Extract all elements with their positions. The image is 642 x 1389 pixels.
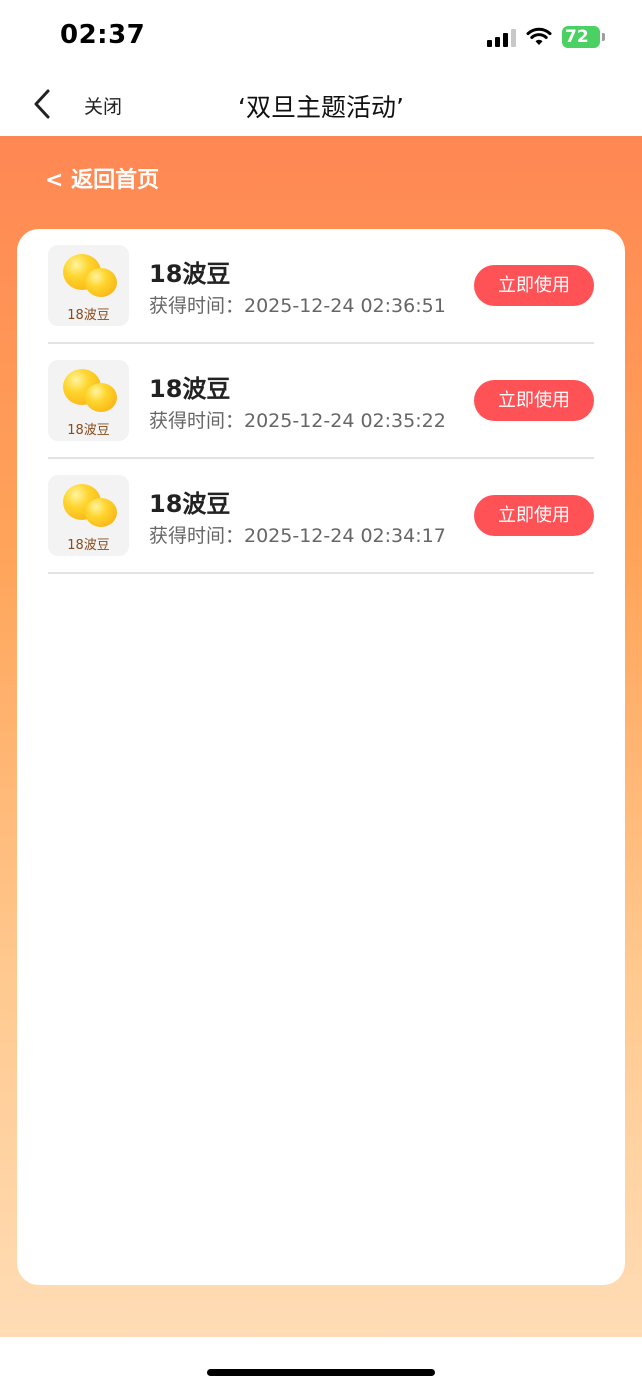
thumbnail-label: 18波豆: [67, 423, 110, 438]
reward-title: 18波豆: [149, 260, 231, 288]
reward-title: 18波豆: [149, 375, 231, 403]
signal-icon: [487, 27, 516, 47]
use-now-button[interactable]: 立即使用: [474, 265, 594, 306]
page-title: ‘双旦主题活动’: [238, 93, 404, 122]
home-indicator-area: [0, 1337, 642, 1389]
battery-level: 72: [565, 27, 589, 47]
use-now-button[interactable]: 立即使用: [474, 380, 594, 421]
bean-thumbnail: 18波豆: [48, 475, 129, 556]
bean-icon: [85, 268, 117, 297]
reward-list-card: 18波豆 18波豆 获得时间：2025-12-24 02:36:51 立即使用 …: [17, 229, 625, 1285]
nav-bar: 关闭 ‘双旦主题活动’: [0, 72, 642, 136]
battery-charging-icon: 72: [562, 26, 605, 48]
main-content: < 返回首页 18波豆 18波豆 获得时间：2025-12-24 02:36:5…: [0, 136, 642, 1337]
reward-time: 获得时间：2025-12-24 02:34:17: [149, 525, 446, 547]
home-indicator[interactable]: [207, 1369, 435, 1376]
thumbnail-label: 18波豆: [67, 308, 110, 323]
bean-thumbnail: 18波豆: [48, 245, 129, 326]
bean-icon: [85, 383, 117, 412]
status-time: 02:37: [60, 20, 146, 50]
thumbnail-label: 18波豆: [67, 538, 110, 553]
reward-title: 18波豆: [149, 490, 231, 518]
status-bar: 02:37 72: [0, 0, 642, 72]
reward-list-item: 18波豆 18波豆 获得时间：2025-12-24 02:34:17 立即使用: [48, 459, 594, 574]
use-now-button[interactable]: 立即使用: [474, 495, 594, 536]
reward-list-item: 18波豆 18波豆 获得时间：2025-12-24 02:36:51 立即使用: [48, 229, 594, 344]
reward-time: 获得时间：2025-12-24 02:36:51: [149, 295, 446, 317]
bean-thumbnail: 18波豆: [48, 360, 129, 441]
back-home-link[interactable]: < 返回首页: [45, 162, 159, 194]
status-icons: 72: [487, 24, 605, 50]
bean-icon: [85, 498, 117, 527]
reward-time: 获得时间：2025-12-24 02:35:22: [149, 410, 446, 432]
wifi-icon: [526, 27, 552, 45]
reward-list-item: 18波豆 18波豆 获得时间：2025-12-24 02:35:22 立即使用: [48, 344, 594, 459]
